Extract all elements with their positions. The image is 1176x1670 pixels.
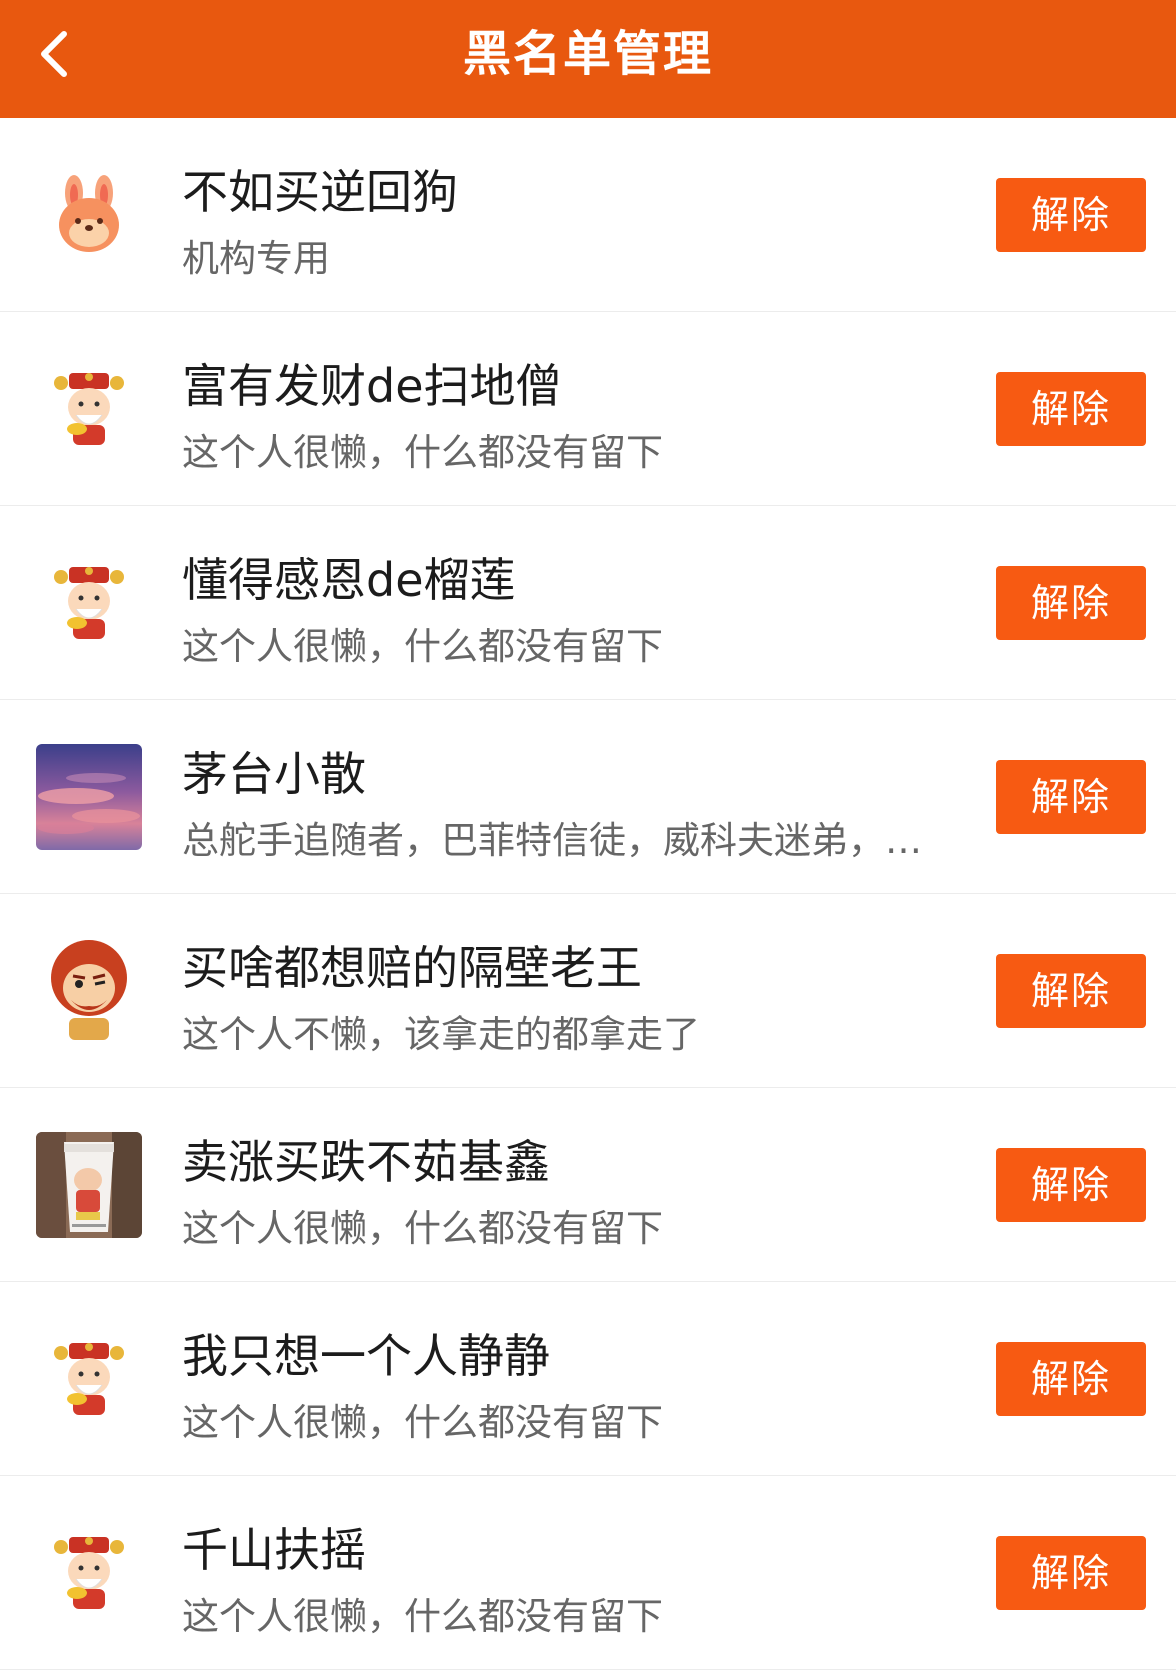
user-name: 千山扶摇 (182, 1523, 366, 1577)
user-name: 懂得感恩de榴莲 (182, 553, 516, 607)
unblock-button[interactable]: 解除 (996, 1342, 1146, 1416)
blacklist: 不如买逆回狗 机构专用 解除 富有发财de扫地僧 这个人很懒，什么都没有留下 解… (0, 118, 1176, 1670)
user-name: 茅台小散 (182, 747, 366, 801)
user-signature: 总舵手追随者，巴菲特信徒，威科夫迷弟，… (182, 819, 922, 862)
user-signature: 这个人很懒，什么都没有留下 (182, 431, 663, 474)
user-signature: 这个人很懒，什么都没有留下 (182, 625, 663, 668)
user-signature: 这个人很懒，什么都没有留下 (182, 1401, 663, 1444)
fortune-god-avatar-icon (36, 1326, 142, 1432)
unblock-button[interactable]: 解除 (996, 566, 1146, 640)
user-name: 卖涨买跌不茹基鑫 (182, 1135, 550, 1189)
fortune-god-avatar-icon (36, 1520, 142, 1626)
user-name: 富有发财de扫地僧 (182, 359, 562, 413)
rabbit-avatar-icon (36, 162, 142, 268)
list-item: 茅台小散 总舵手追随者，巴菲特信徒，威科夫迷弟，… 解除 (0, 700, 1176, 894)
list-item: 富有发财de扫地僧 这个人很懒，什么都没有留下 解除 (0, 312, 1176, 506)
user-signature: 这个人很懒，什么都没有留下 (182, 1207, 663, 1250)
list-item: 我只想一个人静静 这个人很懒，什么都没有留下 解除 (0, 1282, 1176, 1476)
red-hair-cartoon-avatar-icon (36, 938, 142, 1044)
unblock-button[interactable]: 解除 (996, 760, 1146, 834)
list-item: 卖涨买跌不茹基鑫 这个人很懒，什么都没有留下 解除 (0, 1088, 1176, 1282)
unblock-button[interactable]: 解除 (996, 372, 1146, 446)
sunset-sky-avatar-icon (36, 744, 142, 850)
list-item: 懂得感恩de榴莲 这个人很懒，什么都没有留下 解除 (0, 506, 1176, 700)
unblock-button[interactable]: 解除 (996, 1148, 1146, 1222)
user-name: 不如买逆回狗 (182, 165, 458, 219)
fortune-god-avatar-icon (36, 356, 142, 462)
user-signature: 这个人不懒，该拿走的都拿走了 (182, 1013, 700, 1056)
page-title: 黑名单管理 (462, 26, 713, 82)
coffee-cup-photo-avatar-icon (36, 1132, 142, 1238)
unblock-button[interactable]: 解除 (996, 178, 1146, 252)
app-header: 黑名单管理 (0, 0, 1176, 118)
user-signature: 这个人很懒，什么都没有留下 (182, 1595, 663, 1638)
fortune-god-avatar-icon (36, 550, 142, 656)
list-item: 千山扶摇 这个人很懒，什么都没有留下 解除 (0, 1476, 1176, 1670)
list-item: 不如买逆回狗 机构专用 解除 (0, 118, 1176, 312)
user-name: 买啥都想赔的隔壁老王 (182, 941, 642, 995)
unblock-button[interactable]: 解除 (996, 1536, 1146, 1610)
unblock-button[interactable]: 解除 (996, 954, 1146, 1028)
user-signature: 机构专用 (182, 237, 330, 280)
user-name: 我只想一个人静静 (182, 1329, 550, 1383)
list-item: 买啥都想赔的隔壁老王 这个人不懒，该拿走的都拿走了 解除 (0, 894, 1176, 1088)
